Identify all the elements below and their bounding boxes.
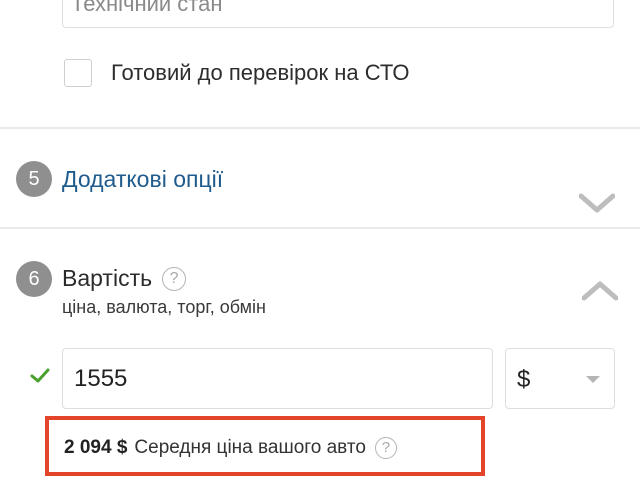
chevron-up-icon[interactable] xyxy=(582,281,618,301)
average-price-amount: 2 094 $ xyxy=(64,437,128,458)
average-price-label: Середня ціна вашого авто xyxy=(134,437,366,458)
average-price: 2 094 $ Середня ціна вашого авто ? xyxy=(64,437,397,459)
chevron-down-icon[interactable] xyxy=(579,193,615,213)
section-price-title-text: Вартість xyxy=(62,265,153,291)
section-divider xyxy=(0,227,640,229)
sto-checkbox[interactable] xyxy=(64,59,92,87)
step-badge-5: 5 xyxy=(16,161,52,197)
section-additional-options-title[interactable]: Додаткові опції xyxy=(62,166,223,193)
price-input[interactable] xyxy=(62,348,493,409)
help-icon[interactable]: ? xyxy=(374,437,397,459)
sto-checkbox-label: Готовий до перевірок на СТО xyxy=(111,60,410,85)
section-price-title[interactable]: Вартість ? xyxy=(62,265,187,292)
average-price-highlight: 2 094 $ Середня ціна вашого авто ? xyxy=(45,416,485,476)
technical-state-placeholder: Технічний стан xyxy=(71,0,223,16)
sto-checkbox-row[interactable]: Готовий до перевірок на СТО xyxy=(64,59,409,87)
currency-value: $ xyxy=(517,366,531,393)
step-badge-6: 6 xyxy=(16,261,52,297)
technical-state-field[interactable]: Технічний стан xyxy=(62,0,614,28)
section-price-subtitle: ціна, валюта, торг, обмін xyxy=(62,297,266,317)
currency-select[interactable]: $ xyxy=(505,348,615,409)
section-divider xyxy=(0,127,640,129)
help-icon[interactable]: ? xyxy=(162,266,187,291)
caret-down-icon xyxy=(586,376,600,383)
check-icon xyxy=(30,368,50,383)
